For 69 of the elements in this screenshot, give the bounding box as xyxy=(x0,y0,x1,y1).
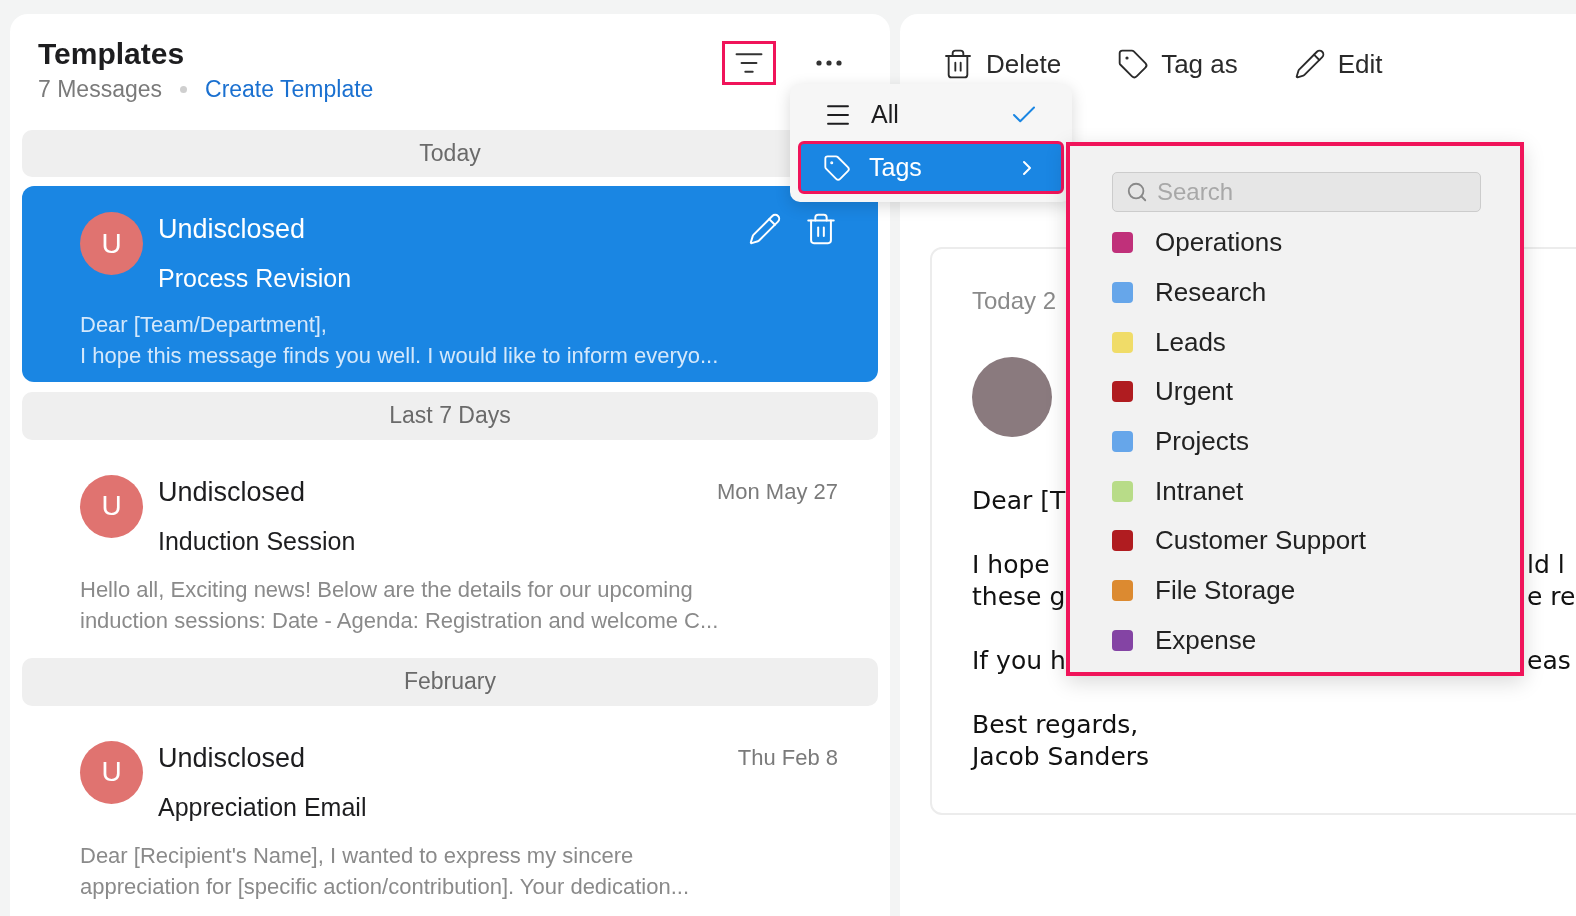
tag-item[interactable]: Research xyxy=(1112,267,1480,318)
group-header: Last 7 Days xyxy=(22,391,878,440)
tag-item[interactable]: Expense xyxy=(1112,615,1480,666)
search-field[interactable]: Search xyxy=(1112,172,1481,212)
preview-line: appreciation for [specific action/contribution]. Your dedication... xyxy=(80,873,691,902)
avatar: U xyxy=(80,474,143,538)
tag-label: Research xyxy=(1155,277,1267,309)
tag-label: Expense xyxy=(1155,624,1257,656)
preview-line: Dear [Recipient's Name], I wanted to express my sincere xyxy=(80,842,635,871)
sender-name: Undisclosed xyxy=(158,741,307,775)
avatar: U xyxy=(80,740,143,804)
tag-item[interactable]: Intranet xyxy=(1112,466,1480,517)
message-subject: Process Revision xyxy=(158,262,353,294)
sender-name: Undisclosed xyxy=(158,475,307,509)
more-icon xyxy=(816,60,842,66)
delete-button[interactable]: Delete xyxy=(942,44,1062,84)
body-text: eas xyxy=(1527,645,1571,677)
body-text: I hope xyxy=(972,549,1050,581)
preview-line: induction sessions: Date - Agenda: Registration and welcome C... xyxy=(80,607,720,636)
trash-icon[interactable] xyxy=(804,212,838,247)
pencil-icon[interactable] xyxy=(748,212,782,247)
message-count: 7 Messages xyxy=(38,76,162,103)
group-header: February xyxy=(22,657,878,706)
message-subject: Appreciation Email xyxy=(158,792,368,824)
preview-line: Dear [Team/Department], xyxy=(80,311,328,340)
tag-item[interactable]: File Storage xyxy=(1112,565,1480,616)
body-text: Best regards, xyxy=(972,709,1139,741)
panel-title: Templates xyxy=(38,36,186,72)
tag-item[interactable]: Customer Support xyxy=(1112,516,1480,566)
tag-item[interactable]: Projects xyxy=(1112,416,1480,467)
tag-icon xyxy=(1117,48,1150,80)
body-text: Dear [T xyxy=(972,485,1066,517)
body-text: e re xyxy=(1527,581,1576,613)
tag-label: Intranet xyxy=(1155,475,1244,507)
body-text: these g xyxy=(972,581,1066,613)
create-template-link[interactable]: Create Template xyxy=(205,76,374,103)
tag-label: Urgent xyxy=(1155,376,1234,408)
avatar: U xyxy=(80,212,143,276)
tag-button[interactable]: Tag as xyxy=(1117,44,1238,84)
tag-item[interactable]: Operations xyxy=(1112,218,1480,268)
menu-item[interactable]: Tags xyxy=(798,141,1064,194)
tag-label: Operations xyxy=(1155,227,1283,259)
tag-label: File Storage xyxy=(1155,575,1296,607)
body-text: ld l xyxy=(1527,549,1565,581)
sender-name: Undisclosed xyxy=(158,213,307,247)
tag-label: Customer Support xyxy=(1155,525,1366,557)
message-date: Thu Feb 8 xyxy=(737,743,838,772)
tag-item[interactable]: Urgent xyxy=(1112,367,1480,417)
body-text: If you h xyxy=(972,645,1066,677)
trash-icon xyxy=(942,48,974,80)
message-item[interactable]: U Undisclosed Process Revision Dear [Team/Department], I hope this message finds you well. I would like to inform everyo... xyxy=(22,186,878,382)
preview-line: Hello all, Exciting news! Below are the details for our upcoming xyxy=(80,576,694,605)
message-date: Today 2 xyxy=(972,287,1057,315)
body-text: Jacob Sanders xyxy=(972,741,1150,773)
tag-item[interactable]: Leads xyxy=(1112,317,1480,368)
menu-item[interactable]: All xyxy=(798,92,1064,138)
pencil-icon xyxy=(1293,48,1326,80)
tag-icon xyxy=(823,153,851,182)
tag-label: Leads xyxy=(1155,326,1226,358)
message-subject: Induction Session xyxy=(158,526,357,558)
preview-line: I hope this message finds you well. I would like to inform everyo... xyxy=(80,342,720,371)
edit-button[interactable]: Edit xyxy=(1293,44,1383,84)
message-date: Mon May 27 xyxy=(716,477,838,506)
message-item[interactable]: U Undisclosed Mon May 27 Induction Session Hello all, Exciting news! Below are the details for our upcoming induction sessions: Date - Agenda: Registration and welcome C... xyxy=(22,448,878,648)
separator-dot xyxy=(180,86,187,93)
message-item[interactable]: U Undisclosed Thu Feb 8 Appreciation Email Dear [Recipient's Name], I wanted to express my sincere appreciation for [specific action/contribution]. Your dedication... xyxy=(22,714,878,914)
search-icon xyxy=(1126,181,1148,203)
filter-button[interactable] xyxy=(722,41,776,85)
tag-label: Projects xyxy=(1155,426,1249,458)
